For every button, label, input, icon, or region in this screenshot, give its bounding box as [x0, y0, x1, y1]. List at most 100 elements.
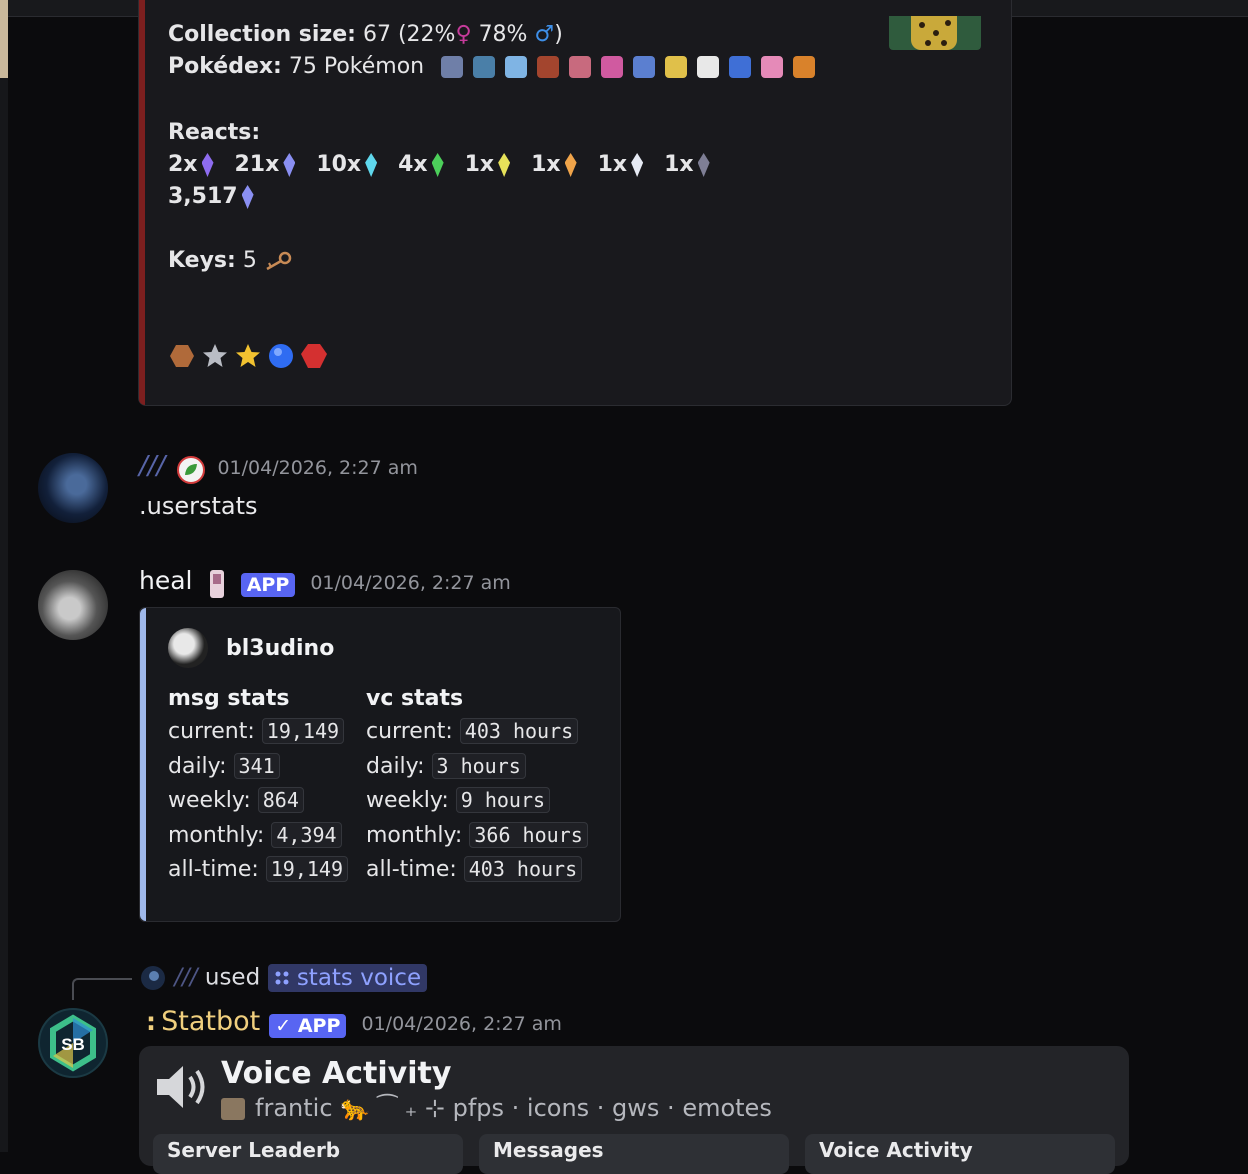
- server-name: frantic 🐆 ⁀ ₊ ⊹ pfps · icons · gws · emo…: [255, 1094, 772, 1122]
- stat-row: all-time: 19,149: [168, 856, 349, 892]
- ruby-icon: [301, 344, 327, 368]
- stat-row: daily: 3 hours: [366, 752, 588, 789]
- collection-label: Collection size:: [168, 22, 356, 47]
- pokemon-sprite-icon: [537, 56, 560, 78]
- pokemon-sprite-icon: [697, 56, 720, 78]
- app-tag: APP: [240, 572, 296, 597]
- phone-icon: [209, 569, 224, 598]
- timestamp[interactable]: 01/04/2026, 2:27 am: [361, 1013, 561, 1035]
- key-icon: [266, 251, 292, 271]
- stat-label: all-time:: [366, 857, 457, 882]
- author-avatar: [168, 628, 208, 668]
- stat-value: 3 hours: [431, 752, 526, 779]
- tab-server-leaderboard[interactable]: Server Leaderb: [153, 1134, 463, 1174]
- bronze-badge-icon: [170, 345, 194, 367]
- stat-label: all-time:: [168, 857, 259, 882]
- message-text: .userstats: [139, 492, 258, 520]
- stat-value: 341: [233, 752, 280, 779]
- command-grid-icon: [275, 971, 288, 985]
- crystal-icon: [564, 153, 577, 177]
- pokemon-sprite-icon: [793, 56, 816, 78]
- male-icon: ♂: [534, 22, 555, 47]
- bot-name[interactable]: Statbot: [161, 1006, 260, 1037]
- react-count: 21x: [234, 152, 280, 177]
- stat-label: monthly:: [168, 822, 265, 848]
- tab-label: Voice Activity: [819, 1138, 973, 1162]
- keys-value: 5: [242, 248, 257, 273]
- crystal-icon: [697, 153, 710, 177]
- reacts-label: Reacts:: [168, 120, 261, 145]
- bot-name[interactable]: heal: [139, 566, 193, 595]
- left-edge: [0, 0, 8, 1152]
- react-count: 10x: [316, 152, 362, 177]
- bot-avatar[interactable]: [38, 570, 108, 640]
- profile-embed: Collection size: 67 (22%♀ 78% ♂) Pokédex…: [138, 0, 1012, 406]
- slash-command[interactable]: stats voice: [267, 963, 428, 992]
- reply-avatar-icon[interactable]: [139, 964, 167, 992]
- stat-value: 4,394: [271, 821, 342, 848]
- stat-row: daily: 341: [168, 752, 348, 789]
- paren: ): [554, 22, 563, 47]
- stat-value: 366 hours: [469, 821, 588, 848]
- stat-label: daily:: [366, 753, 425, 779]
- keys-label: Keys:: [168, 248, 236, 273]
- vc-stats-column: vc stats current: 403 hours daily: 3 hou…: [366, 686, 588, 892]
- msg-stats-column: msg stats current: 19,149 daily: 341 wee…: [168, 686, 349, 892]
- crystal-icon: [631, 153, 644, 177]
- command-name: stats voice: [296, 964, 422, 991]
- stat-label: monthly:: [366, 822, 463, 848]
- pokedex-label: Pokédex:: [168, 54, 282, 79]
- stat-row: weekly: 9 hours: [366, 787, 588, 823]
- crystal-icon: [365, 153, 378, 177]
- total-reacts-line: 3,517: [168, 184, 268, 209]
- username[interactable]: ///: [139, 451, 165, 481]
- verified-app-tag: ✓ APP: [269, 1013, 347, 1038]
- embed-thumbnail[interactable]: [889, 16, 981, 50]
- embed-author[interactable]: bl3udino: [168, 628, 334, 668]
- statbot-avatar-text: SB: [61, 1035, 85, 1054]
- stat-row: weekly: 864: [168, 787, 348, 823]
- crystal-icon: [431, 153, 444, 177]
- tab-messages[interactable]: Messages: [479, 1134, 789, 1174]
- reply-connector: [72, 978, 132, 1000]
- server-icon-peek[interactable]: [0, 0, 8, 78]
- user-avatar[interactable]: [38, 453, 108, 523]
- sapphire-icon: [269, 344, 293, 368]
- stat-label: current:: [168, 719, 255, 744]
- total-reacts: 3,517: [168, 184, 238, 209]
- collection-value: 67 (22%: [362, 22, 456, 47]
- keys-line: Keys: 5: [168, 248, 292, 273]
- timestamp[interactable]: 01/04/2026, 2:27 am: [217, 457, 417, 479]
- server-icon: [221, 1098, 245, 1120]
- react-count: 1x: [531, 152, 561, 177]
- userstats-embed: bl3udino msg stats current: 19,149 daily…: [139, 607, 621, 922]
- female-icon: ♀: [455, 22, 472, 47]
- reacts-row: 2x 21x 10x 4x 1x 1x 1x 1x: [168, 152, 724, 177]
- pokemon-sprite-icon: [665, 56, 688, 78]
- voice-activity-embed: Voice Activity frantic 🐆 ⁀ ₊ ⊹ pfps · ic…: [139, 1046, 1129, 1174]
- react-count: 1x: [464, 152, 495, 177]
- pokemon-sprite-icon: [761, 56, 784, 78]
- stat-value: 403 hours: [463, 856, 583, 882]
- stat-label: daily:: [168, 753, 227, 779]
- embed-accent-bar: [139, 0, 145, 405]
- stat-label: weekly:: [366, 788, 449, 813]
- gold-star-icon: [236, 344, 260, 367]
- statbot-logo-icon: SB: [50, 1014, 96, 1072]
- react-count: 1x: [597, 152, 628, 177]
- pokedex-line: Pokédex: 75 Pokémon: [168, 54, 816, 79]
- pokemon-sprite-icon: [601, 56, 624, 78]
- embed-title: Voice Activity: [221, 1056, 452, 1091]
- react-count: 1x: [664, 152, 694, 177]
- tab-voice-activity[interactable]: Voice Activity: [805, 1134, 1115, 1174]
- timestamp[interactable]: 01/04/2026, 2:27 am: [310, 572, 510, 594]
- message-header: /// 01/04/2026, 2:27 am: [139, 451, 418, 485]
- stat-row: all-time: 403 hours: [366, 856, 588, 892]
- embed-accent-bar: [140, 608, 146, 921]
- pokemon-sprite-icon: [569, 56, 592, 78]
- reply-username[interactable]: ///: [174, 965, 197, 991]
- statbot-avatar[interactable]: SB: [38, 1008, 108, 1078]
- react-count: 4x: [398, 152, 428, 177]
- crystal-icon: [201, 153, 214, 177]
- pokemon-sprite-icon: [505, 56, 528, 78]
